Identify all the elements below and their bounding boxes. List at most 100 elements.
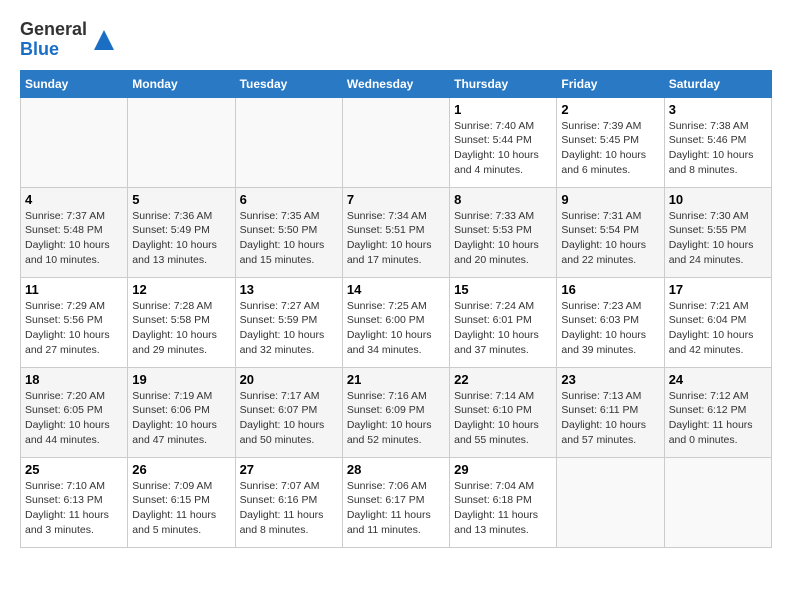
day-number: 27 xyxy=(240,462,338,477)
day-number: 4 xyxy=(25,192,123,207)
calendar-body: 1 Sunrise: 7:40 AM Sunset: 5:44 PM Daylig… xyxy=(21,97,772,547)
calendar-header: SundayMondayTuesdayWednesdayThursdayFrid… xyxy=(21,70,772,97)
day-info: Sunrise: 7:04 AM Sunset: 6:18 PM Dayligh… xyxy=(454,479,552,538)
day-number: 14 xyxy=(347,282,445,297)
calendar-cell: 6 Sunrise: 7:35 AM Sunset: 5:50 PM Daylig… xyxy=(235,187,342,277)
calendar-cell: 5 Sunrise: 7:36 AM Sunset: 5:49 PM Daylig… xyxy=(128,187,235,277)
calendar-cell: 26 Sunrise: 7:09 AM Sunset: 6:15 PM Dayli… xyxy=(128,457,235,547)
header-row: SundayMondayTuesdayWednesdayThursdayFrid… xyxy=(21,70,772,97)
day-info: Sunrise: 7:06 AM Sunset: 6:17 PM Dayligh… xyxy=(347,479,445,538)
day-info: Sunrise: 7:07 AM Sunset: 6:16 PM Dayligh… xyxy=(240,479,338,538)
day-info: Sunrise: 7:13 AM Sunset: 6:11 PM Dayligh… xyxy=(561,389,659,448)
day-number: 2 xyxy=(561,102,659,117)
calendar-cell xyxy=(128,97,235,187)
calendar-cell: 21 Sunrise: 7:16 AM Sunset: 6:09 PM Dayli… xyxy=(342,367,449,457)
day-number: 9 xyxy=(561,192,659,207)
day-info: Sunrise: 7:28 AM Sunset: 5:58 PM Dayligh… xyxy=(132,299,230,358)
calendar-cell xyxy=(664,457,771,547)
day-info: Sunrise: 7:38 AM Sunset: 5:46 PM Dayligh… xyxy=(669,119,767,178)
calendar-cell: 25Sunrise: 7:10 AM Sunset: 6:13 PM Dayli… xyxy=(21,457,128,547)
day-number: 5 xyxy=(132,192,230,207)
day-number: 13 xyxy=(240,282,338,297)
calendar-cell: 18 Sunrise: 7:20 AM Sunset: 6:05 PM Dayli… xyxy=(21,367,128,457)
day-info: Sunrise: 7:23 AM Sunset: 6:03 PM Dayligh… xyxy=(561,299,659,358)
calendar-cell: 27 Sunrise: 7:07 AM Sunset: 6:16 PM Dayli… xyxy=(235,457,342,547)
day-info: Sunrise: 7:21 AM Sunset: 6:04 PM Dayligh… xyxy=(669,299,767,358)
week-row-2: 11 Sunrise: 7:29 AM Sunset: 5:56 PM Dayli… xyxy=(21,277,772,367)
week-row-3: 18 Sunrise: 7:20 AM Sunset: 6:05 PM Dayli… xyxy=(21,367,772,457)
calendar-cell: 11 Sunrise: 7:29 AM Sunset: 5:56 PM Dayli… xyxy=(21,277,128,367)
day-info: Sunrise: 7:24 AM Sunset: 6:01 PM Dayligh… xyxy=(454,299,552,358)
calendar-cell: 8 Sunrise: 7:33 AM Sunset: 5:53 PM Daylig… xyxy=(450,187,557,277)
day-number: 24 xyxy=(669,372,767,387)
header-day-tuesday: Tuesday xyxy=(235,70,342,97)
calendar-cell: 13 Sunrise: 7:27 AM Sunset: 5:59 PM Dayli… xyxy=(235,277,342,367)
day-number: 23 xyxy=(561,372,659,387)
calendar-cell: 9 Sunrise: 7:31 AM Sunset: 5:54 PM Daylig… xyxy=(557,187,664,277)
day-info: Sunrise: 7:30 AM Sunset: 5:55 PM Dayligh… xyxy=(669,209,767,268)
calendar-cell xyxy=(235,97,342,187)
day-number: 17 xyxy=(669,282,767,297)
day-number: 21 xyxy=(347,372,445,387)
calendar-cell: 12 Sunrise: 7:28 AM Sunset: 5:58 PM Dayli… xyxy=(128,277,235,367)
day-info: Sunrise: 7:33 AM Sunset: 5:53 PM Dayligh… xyxy=(454,209,552,268)
day-info: Sunrise: 7:17 AM Sunset: 6:07 PM Dayligh… xyxy=(240,389,338,448)
day-number: 11 xyxy=(25,282,123,297)
header-day-saturday: Saturday xyxy=(664,70,771,97)
calendar-cell: 17 Sunrise: 7:21 AM Sunset: 6:04 PM Dayli… xyxy=(664,277,771,367)
page-header: General Blue xyxy=(20,20,772,60)
day-info: Sunrise: 7:25 AM Sunset: 6:00 PM Dayligh… xyxy=(347,299,445,358)
header-day-friday: Friday xyxy=(557,70,664,97)
calendar-cell: 14 Sunrise: 7:25 AM Sunset: 6:00 PM Dayli… xyxy=(342,277,449,367)
day-info: Sunrise: 7:35 AM Sunset: 5:50 PM Dayligh… xyxy=(240,209,338,268)
day-number: 26 xyxy=(132,462,230,477)
day-info: Sunrise: 7:14 AM Sunset: 6:10 PM Dayligh… xyxy=(454,389,552,448)
day-info: Sunrise: 7:09 AM Sunset: 6:15 PM Dayligh… xyxy=(132,479,230,538)
calendar-cell: 24 Sunrise: 7:12 AM Sunset: 6:12 PM Dayli… xyxy=(664,367,771,457)
week-row-0: 1 Sunrise: 7:40 AM Sunset: 5:44 PM Daylig… xyxy=(21,97,772,187)
day-number: 15 xyxy=(454,282,552,297)
day-info: Sunrise: 7:37 AM Sunset: 5:48 PM Dayligh… xyxy=(25,209,123,268)
logo-text: General Blue xyxy=(20,20,87,60)
day-info: Sunrise: 7:31 AM Sunset: 5:54 PM Dayligh… xyxy=(561,209,659,268)
calendar-cell: 29 Sunrise: 7:04 AM Sunset: 6:18 PM Dayli… xyxy=(450,457,557,547)
day-number: 1 xyxy=(454,102,552,117)
calendar-cell: 20 Sunrise: 7:17 AM Sunset: 6:07 PM Dayli… xyxy=(235,367,342,457)
logo-icon xyxy=(89,25,119,55)
day-number: 19 xyxy=(132,372,230,387)
day-info: Sunrise: 7:36 AM Sunset: 5:49 PM Dayligh… xyxy=(132,209,230,268)
day-number: 28 xyxy=(347,462,445,477)
day-number: 3 xyxy=(669,102,767,117)
header-day-monday: Monday xyxy=(128,70,235,97)
logo-general: General xyxy=(20,20,87,40)
calendar-cell xyxy=(557,457,664,547)
day-info: Sunrise: 7:12 AM Sunset: 6:12 PM Dayligh… xyxy=(669,389,767,448)
day-info: Sunrise: 7:19 AM Sunset: 6:06 PM Dayligh… xyxy=(132,389,230,448)
calendar-cell: 22Sunrise: 7:14 AM Sunset: 6:10 PM Dayli… xyxy=(450,367,557,457)
day-number: 20 xyxy=(240,372,338,387)
calendar-cell xyxy=(342,97,449,187)
day-number: 18 xyxy=(25,372,123,387)
day-info: Sunrise: 7:27 AM Sunset: 5:59 PM Dayligh… xyxy=(240,299,338,358)
week-row-1: 4 Sunrise: 7:37 AM Sunset: 5:48 PM Daylig… xyxy=(21,187,772,277)
calendar-cell: 10Sunrise: 7:30 AM Sunset: 5:55 PM Dayli… xyxy=(664,187,771,277)
calendar-cell: 4 Sunrise: 7:37 AM Sunset: 5:48 PM Daylig… xyxy=(21,187,128,277)
day-number: 12 xyxy=(132,282,230,297)
calendar-cell: 28 Sunrise: 7:06 AM Sunset: 6:17 PM Dayli… xyxy=(342,457,449,547)
logo: General Blue xyxy=(20,20,119,60)
day-info: Sunrise: 7:10 AM Sunset: 6:13 PM Dayligh… xyxy=(25,479,123,538)
day-number: 8 xyxy=(454,192,552,207)
header-day-wednesday: Wednesday xyxy=(342,70,449,97)
day-info: Sunrise: 7:20 AM Sunset: 6:05 PM Dayligh… xyxy=(25,389,123,448)
day-info: Sunrise: 7:40 AM Sunset: 5:44 PM Dayligh… xyxy=(454,119,552,178)
day-number: 29 xyxy=(454,462,552,477)
calendar-cell: 23 Sunrise: 7:13 AM Sunset: 6:11 PM Dayli… xyxy=(557,367,664,457)
day-info: Sunrise: 7:29 AM Sunset: 5:56 PM Dayligh… xyxy=(25,299,123,358)
day-info: Sunrise: 7:34 AM Sunset: 5:51 PM Dayligh… xyxy=(347,209,445,268)
day-info: Sunrise: 7:16 AM Sunset: 6:09 PM Dayligh… xyxy=(347,389,445,448)
calendar-cell: 7Sunrise: 7:34 AM Sunset: 5:51 PM Daylig… xyxy=(342,187,449,277)
header-day-sunday: Sunday xyxy=(21,70,128,97)
logo-blue: Blue xyxy=(20,40,87,60)
header-day-thursday: Thursday xyxy=(450,70,557,97)
day-number: 6 xyxy=(240,192,338,207)
